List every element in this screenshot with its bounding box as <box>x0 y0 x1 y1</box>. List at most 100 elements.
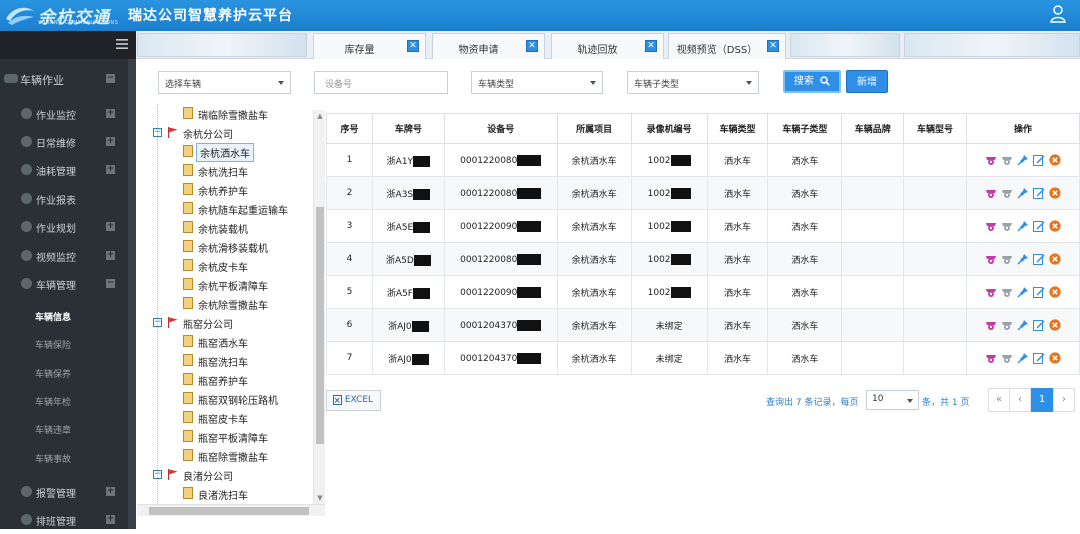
camera-gray-icon[interactable] <box>1001 220 1013 232</box>
vehicle-type-select[interactable]: 车辆类型 <box>471 71 603 94</box>
nav-item-alarm[interactable]: 报警管理 + <box>0 478 128 506</box>
nav-item-reports[interactable]: 作业报表 <box>0 185 128 213</box>
nav-sub-inspection[interactable]: 车辆年检 <box>35 395 71 408</box>
nav-item-video[interactable]: 视频监控 + <box>0 242 128 270</box>
collapse-icon[interactable]: − <box>153 128 162 137</box>
scroll-thumb[interactable] <box>149 507 309 515</box>
device-input[interactable]: 设备号 <box>314 71 448 94</box>
tab-track-playback[interactable]: 轨迹回放 ✕ <box>551 33 664 59</box>
edit-icon[interactable] <box>1032 187 1045 199</box>
collapse-icon[interactable]: − <box>106 74 115 83</box>
collapse-icon[interactable]: − <box>106 279 115 288</box>
nav-item-planning[interactable]: 作业规划 + <box>0 213 128 241</box>
excel-export-button[interactable]: EXCEL <box>326 390 381 411</box>
tab-inventory[interactable]: 库存量 ✕ <box>313 33 426 59</box>
page-1-button[interactable]: 1 <box>1031 388 1053 412</box>
pin-icon[interactable] <box>1017 319 1029 331</box>
close-icon[interactable]: ✕ <box>645 40 657 52</box>
next-page-button[interactable]: › <box>1053 388 1075 412</box>
first-page-button[interactable]: « <box>988 388 1010 412</box>
expand-icon[interactable]: + <box>106 251 115 260</box>
nav-item-monitoring[interactable]: 作业监控 + <box>0 100 128 128</box>
table-row[interactable]: 6 浙AJ0 0001204370 余杭洒水车 未绑定 洒水车 洒水车 <box>326 308 1080 342</box>
edit-icon[interactable] <box>1032 352 1045 364</box>
nav-item-fuel[interactable]: 油耗管理 + <box>0 156 128 184</box>
vehicle-select[interactable]: 选择车辆 <box>158 71 291 94</box>
nav-sub-accident[interactable]: 车辆事故 <box>35 452 71 465</box>
camera-icon[interactable] <box>985 220 997 232</box>
delete-icon[interactable] <box>1049 319 1061 331</box>
camera-icon[interactable] <box>985 187 997 199</box>
table-row[interactable]: 1 浙A1Y 0001220080 余杭洒水车 1002 洒水车 洒水车 <box>326 143 1080 177</box>
expand-icon[interactable]: + <box>106 487 115 496</box>
expand-icon[interactable]: + <box>106 222 115 231</box>
tab-video-preview[interactable]: 视频预览（DSS） ✕ <box>668 33 786 59</box>
camera-icon[interactable] <box>985 286 997 298</box>
delete-icon[interactable] <box>1049 220 1061 232</box>
camera-gray-icon[interactable] <box>1001 154 1013 166</box>
tree-horizontal-scrollbar[interactable] <box>137 504 325 516</box>
delete-icon[interactable] <box>1049 154 1061 166</box>
search-button[interactable]: 搜索 <box>783 70 841 93</box>
pin-icon[interactable] <box>1017 220 1029 232</box>
pin-icon[interactable] <box>1017 286 1029 298</box>
camera-gray-icon[interactable] <box>1001 187 1013 199</box>
expand-icon[interactable]: + <box>106 109 115 118</box>
delete-icon[interactable] <box>1049 253 1061 265</box>
nav-item-schedule[interactable]: 排班管理 + <box>0 506 128 534</box>
expand-icon[interactable]: + <box>106 137 115 146</box>
edit-icon[interactable] <box>1032 253 1045 265</box>
scroll-up-icon[interactable]: ▲ <box>316 112 324 120</box>
camera-gray-icon[interactable] <box>1001 253 1013 265</box>
nav-item-maintenance[interactable]: 日常维修 + <box>0 128 128 156</box>
collapse-icon[interactable]: − <box>153 470 162 479</box>
camera-icon[interactable] <box>985 319 997 331</box>
delete-icon[interactable] <box>1049 187 1061 199</box>
camera-icon[interactable] <box>985 253 997 265</box>
tab-blurred[interactable] <box>904 33 1080 57</box>
tab-material-request[interactable]: 物资申请 ✕ <box>432 33 545 59</box>
nav-sub-insurance[interactable]: 车辆保险 <box>35 338 71 351</box>
nav-section-vehicle-ops[interactable]: 车辆作业 − <box>0 65 128 93</box>
nav-sub-service[interactable]: 车辆保养 <box>35 367 71 380</box>
page-size-select[interactable]: 10 <box>866 390 919 410</box>
scroll-thumb[interactable] <box>316 207 324 444</box>
table-row[interactable]: 5 浙A5F 0001220090 余杭洒水车 1002 洒水车 洒水车 <box>326 275 1080 309</box>
user-icon[interactable] <box>1050 5 1066 23</box>
scroll-down-icon[interactable]: ▼ <box>316 494 324 502</box>
close-icon[interactable]: ✕ <box>767 40 779 52</box>
expand-icon[interactable]: + <box>106 515 115 524</box>
edit-icon[interactable] <box>1032 154 1045 166</box>
nav-sub-violation[interactable]: 车辆违章 <box>35 423 71 436</box>
table-row[interactable]: 4 浙A5D 0001220080 余杭洒水车 1002 洒水车 洒水车 <box>326 242 1080 276</box>
pin-icon[interactable] <box>1017 352 1029 364</box>
sidebar-toggle[interactable] <box>0 31 136 59</box>
tab-blurred[interactable] <box>790 33 900 57</box>
delete-icon[interactable] <box>1049 352 1061 364</box>
table-row[interactable]: 3 浙A5E 0001220090 余杭洒水车 1002 洒水车 洒水车 <box>326 209 1080 243</box>
camera-gray-icon[interactable] <box>1001 319 1013 331</box>
tab-blurred[interactable] <box>137 33 307 57</box>
nav-sub-vehicle-info[interactable]: 车辆信息 <box>35 310 71 323</box>
table-row[interactable]: 7 浙AJ0 0001204370 余杭洒水车 未绑定 洒水车 洒水车 <box>326 341 1080 375</box>
delete-icon[interactable] <box>1049 286 1061 298</box>
add-button[interactable]: 新增 <box>846 70 888 93</box>
expand-icon[interactable]: + <box>106 165 115 174</box>
table-row[interactable]: 2 浙A3S 0001220080 余杭洒水车 1002 洒水车 洒水车 <box>326 176 1080 210</box>
hamburger-icon[interactable] <box>116 39 128 49</box>
camera-gray-icon[interactable] <box>1001 352 1013 364</box>
pin-icon[interactable] <box>1017 253 1029 265</box>
pin-icon[interactable] <box>1017 154 1029 166</box>
edit-icon[interactable] <box>1032 286 1045 298</box>
nav-item-vehicle-mgmt[interactable]: 车辆管理 − <box>0 270 128 298</box>
camera-gray-icon[interactable] <box>1001 286 1013 298</box>
edit-icon[interactable] <box>1032 319 1045 331</box>
collapse-icon[interactable]: − <box>153 318 162 327</box>
close-icon[interactable]: ✕ <box>526 40 538 52</box>
pin-icon[interactable] <box>1017 187 1029 199</box>
close-icon[interactable]: ✕ <box>407 40 419 52</box>
tree-scrollbar[interactable]: ▲ ▼ <box>313 110 325 504</box>
prev-page-button[interactable]: ‹ <box>1009 388 1031 412</box>
camera-icon[interactable] <box>985 352 997 364</box>
vehicle-subtype-select[interactable]: 车辆子类型 <box>627 71 759 94</box>
